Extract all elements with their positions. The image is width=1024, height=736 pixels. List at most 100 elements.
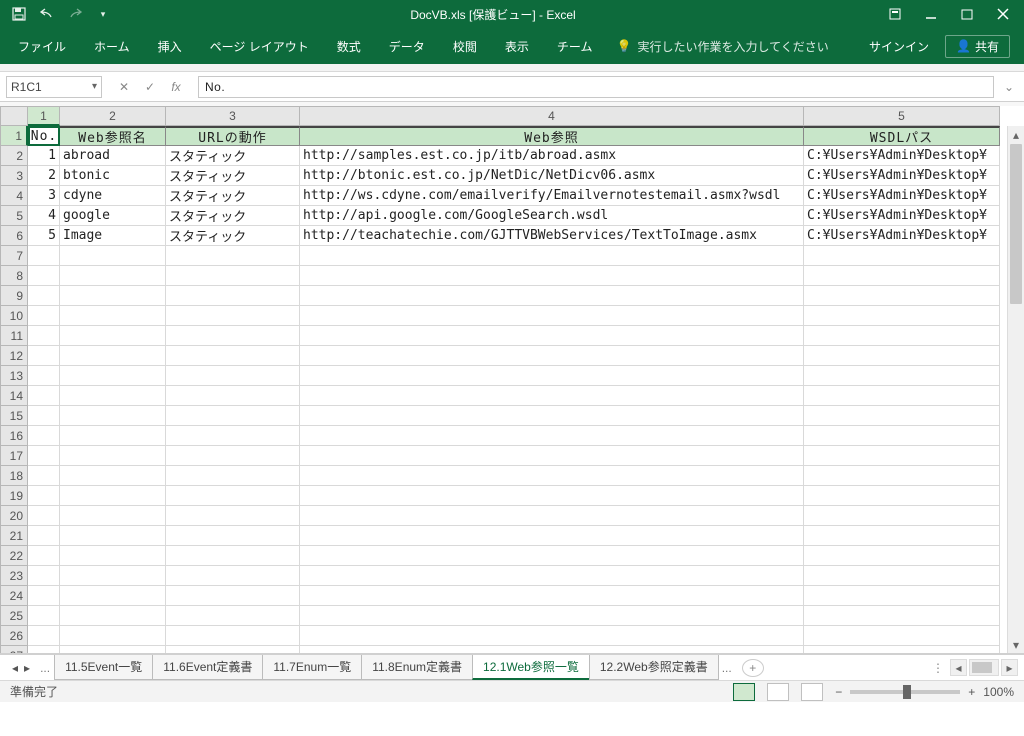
empty-cell[interactable] <box>804 346 1000 366</box>
fx-icon[interactable]: fx <box>168 80 184 94</box>
sheet-tab[interactable]: 11.5Event一覧 <box>54 655 153 680</box>
table-header-cell[interactable]: Web参照 <box>300 126 804 146</box>
cell-no[interactable]: 2 <box>28 166 60 186</box>
row-header[interactable]: 4 <box>0 186 28 206</box>
empty-cell[interactable] <box>166 426 300 446</box>
empty-cell[interactable] <box>166 446 300 466</box>
row-header[interactable]: 18 <box>0 466 28 486</box>
empty-cell[interactable] <box>300 466 804 486</box>
empty-cell[interactable] <box>300 526 804 546</box>
empty-cell[interactable] <box>28 426 60 446</box>
cell-wsdl[interactable]: C:¥Users¥Admin¥Desktop¥ <box>804 186 1000 206</box>
row-header[interactable]: 21 <box>0 526 28 546</box>
signin-link[interactable]: サインイン <box>869 38 929 55</box>
empty-cell[interactable] <box>28 406 60 426</box>
empty-cell[interactable] <box>60 326 166 346</box>
empty-cell[interactable] <box>60 646 166 654</box>
empty-cell[interactable] <box>300 546 804 566</box>
table-header-cell[interactable]: WSDLパス <box>804 126 1000 146</box>
empty-cell[interactable] <box>60 306 166 326</box>
cell-name[interactable]: google <box>60 206 166 226</box>
column-header[interactable]: 5 <box>804 106 1000 126</box>
row-header[interactable]: 17 <box>0 446 28 466</box>
row-header[interactable]: 15 <box>0 406 28 426</box>
empty-cell[interactable] <box>166 286 300 306</box>
empty-cell[interactable] <box>28 266 60 286</box>
empty-cell[interactable] <box>166 306 300 326</box>
ribbon-tab[interactable]: 校閲 <box>439 32 491 61</box>
cell-url-action[interactable]: スタティック <box>166 146 300 166</box>
row-header[interactable]: 9 <box>0 286 28 306</box>
empty-cell[interactable] <box>28 366 60 386</box>
empty-cell[interactable] <box>300 246 804 266</box>
empty-cell[interactable] <box>28 566 60 586</box>
normal-view-button[interactable] <box>733 683 755 701</box>
cell-no[interactable]: 3 <box>28 186 60 206</box>
empty-cell[interactable] <box>60 506 166 526</box>
empty-cell[interactable] <box>300 286 804 306</box>
column-header[interactable]: 1 <box>28 106 60 126</box>
leading-tabs-overflow[interactable]: ... <box>36 661 54 675</box>
empty-cell[interactable] <box>60 586 166 606</box>
sheet-tab[interactable]: 12.2Web参照定義書 <box>589 655 719 680</box>
zoom-out-button[interactable]: − <box>835 685 842 699</box>
row-header[interactable]: 22 <box>0 546 28 566</box>
sheet-nav-next-icon[interactable]: ▸ <box>24 661 30 675</box>
scroll-left-icon[interactable]: ◂ <box>950 659 967 676</box>
chevron-down-icon[interactable]: ▾ <box>92 81 97 92</box>
sheet-nav-prev-icon[interactable]: ◂ <box>12 661 18 675</box>
cell-web-ref[interactable]: http://btonic.est.co.jp/NetDic/NetDicv06… <box>300 166 804 186</box>
cell-url-action[interactable]: スタティック <box>166 206 300 226</box>
empty-cell[interactable] <box>300 266 804 286</box>
ribbon-options-icon[interactable] <box>888 7 902 21</box>
empty-cell[interactable] <box>28 506 60 526</box>
ribbon-tab[interactable]: 挿入 <box>144 32 196 61</box>
column-header[interactable]: 3 <box>166 106 300 126</box>
empty-cell[interactable] <box>60 486 166 506</box>
add-sheet-button[interactable]: + <box>742 659 764 677</box>
cell-web-ref[interactable]: http://ws.cdyne.com/emailverify/Emailver… <box>300 186 804 206</box>
expand-formula-icon[interactable]: ⌄ <box>1000 80 1018 94</box>
row-header[interactable]: 27 <box>0 646 28 654</box>
sheet-tab[interactable]: 11.8Enum定義書 <box>361 655 473 680</box>
row-header[interactable]: 25 <box>0 606 28 626</box>
tell-me[interactable]: 💡 実行したい作業を入力してください <box>616 38 828 55</box>
empty-cell[interactable] <box>166 546 300 566</box>
cell-no[interactable]: 1 <box>28 146 60 166</box>
empty-cell[interactable] <box>804 426 1000 446</box>
row-header[interactable]: 5 <box>0 206 28 226</box>
cell-name[interactable]: Image <box>60 226 166 246</box>
sheet-tab[interactable]: 11.7Enum一覧 <box>262 655 362 680</box>
empty-cell[interactable] <box>300 346 804 366</box>
undo-icon[interactable] <box>38 5 56 23</box>
row-header[interactable]: 19 <box>0 486 28 506</box>
cell-name[interactable]: abroad <box>60 146 166 166</box>
redo-icon[interactable] <box>66 5 84 23</box>
column-header[interactable]: 2 <box>60 106 166 126</box>
cell-web-ref[interactable]: http://samples.est.co.jp/itb/abroad.asmx <box>300 146 804 166</box>
empty-cell[interactable] <box>804 526 1000 546</box>
empty-cell[interactable] <box>60 566 166 586</box>
scroll-up-icon[interactable]: ▴ <box>1008 126 1024 143</box>
empty-cell[interactable] <box>166 506 300 526</box>
page-layout-view-button[interactable] <box>767 683 789 701</box>
row-header[interactable]: 20 <box>0 506 28 526</box>
column-header[interactable]: 4 <box>300 106 804 126</box>
empty-cell[interactable] <box>60 466 166 486</box>
cell-url-action[interactable]: スタティック <box>166 226 300 246</box>
empty-cell[interactable] <box>166 266 300 286</box>
empty-cell[interactable] <box>28 646 60 654</box>
cell-no[interactable]: 5 <box>28 226 60 246</box>
cell-web-ref[interactable]: http://api.google.com/GoogleSearch.wsdl <box>300 206 804 226</box>
empty-cell[interactable] <box>60 446 166 466</box>
cell-name[interactable]: cdyne <box>60 186 166 206</box>
empty-cell[interactable] <box>166 626 300 646</box>
empty-cell[interactable] <box>166 386 300 406</box>
empty-cell[interactable] <box>804 366 1000 386</box>
empty-cell[interactable] <box>60 426 166 446</box>
sheet-tab[interactable]: 12.1Web参照一覧 <box>472 655 590 680</box>
customize-qat-icon[interactable]: ▾ <box>94 5 112 23</box>
empty-cell[interactable] <box>804 646 1000 654</box>
row-header[interactable]: 8 <box>0 266 28 286</box>
cell-no[interactable]: 4 <box>28 206 60 226</box>
